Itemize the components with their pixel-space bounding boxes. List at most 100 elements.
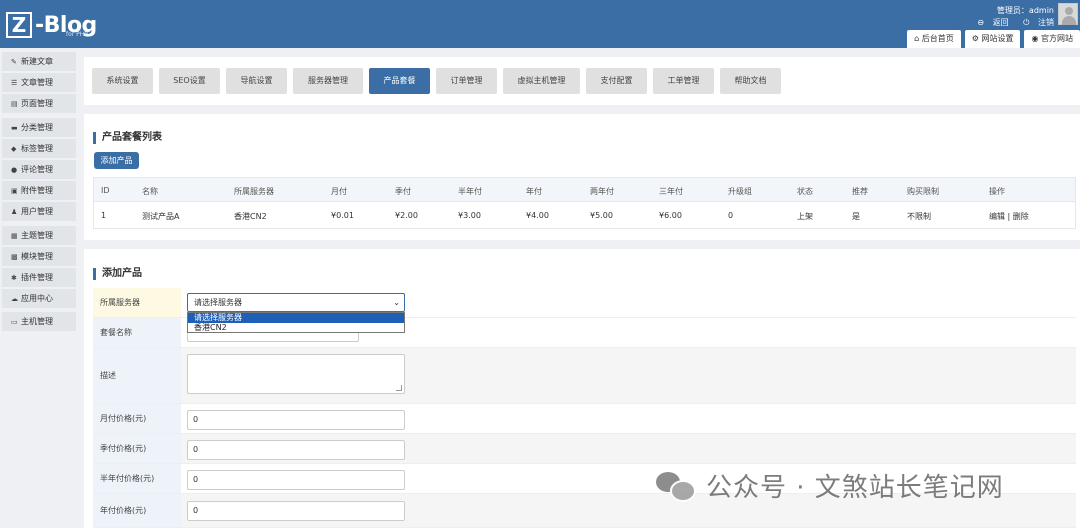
server-select[interactable]: 请选择服务器 ⌄ (187, 293, 405, 312)
sidebar-item-new-article[interactable]: ✎ 新建文章 (2, 52, 76, 71)
tab-payment-config[interactable]: 支付配置 (586, 68, 647, 94)
sidebar-item-categories[interactable]: ▬ 分类管理 (2, 118, 76, 137)
logo-mark: Z (6, 12, 32, 38)
globe-icon: ◉ (1031, 34, 1039, 43)
tab-seo-settings[interactable]: SEO设置 (159, 68, 220, 94)
column-header: 季付 (395, 187, 411, 196)
yearly-price-label: 年付价格(元) (93, 494, 181, 527)
column-header: ID (101, 186, 110, 195)
tab-virtual-host-management[interactable]: 虚拟主机管理 (503, 68, 580, 94)
action-separator: | (1007, 212, 1011, 221)
cell-status: 上架 (797, 212, 813, 221)
cell-purchase-limit: 不限制 (907, 212, 931, 221)
half-year-price-label: 半年付价格(元) (93, 464, 181, 493)
column-header: 月付 (331, 187, 347, 196)
server-option-hk-cn2[interactable]: 香港CN2 (188, 323, 404, 333)
tab-server-management[interactable]: 服务器管理 (293, 68, 363, 94)
sidebar-item-comments[interactable]: ● 评论管理 (2, 160, 76, 179)
top-nav-official[interactable]: ◉ 官方网站 (1024, 30, 1080, 48)
watermark: 公众号 · 文煞站长笔记网 (656, 468, 1004, 503)
cell-actions: 编辑 | 删除 (989, 211, 1029, 222)
folder-icon: ▬ (11, 124, 18, 132)
logo-subtitle: for PHP (66, 31, 88, 38)
watermark-text: 公众号 · 文煞站长笔记网 (706, 472, 1004, 503)
column-header: 年付 (526, 187, 542, 196)
sidebar-item-hosts[interactable]: ▭ 主机管理 (2, 312, 76, 331)
server-dropdown-list: 请选择服务器 香港CN2 (187, 312, 405, 333)
tab-nav-settings[interactable]: 导航设置 (226, 68, 287, 94)
column-header: 三年付 (659, 187, 683, 196)
section-title-form: 添加产品 (93, 268, 142, 280)
cell-half-year: ¥3.00 (458, 211, 481, 220)
cell-recommend: 是 (852, 212, 860, 221)
column-header: 名称 (142, 187, 158, 196)
server-select-value: 请选择服务器 (194, 298, 242, 307)
puzzle-icon: ✱ (11, 274, 17, 282)
column-header: 升级组 (728, 187, 752, 196)
column-header: 半年付 (458, 187, 482, 196)
theme-icon: ▦ (11, 232, 18, 240)
pen-icon: ✎ (11, 58, 17, 66)
column-header: 购买限制 (907, 187, 939, 196)
articles-icon: ☰ (11, 79, 18, 87)
sidebar-item-attachments[interactable]: ▣ 附件管理 (2, 181, 76, 200)
sidebar-item-pages[interactable]: ▤ 页面管理 (2, 94, 76, 113)
top-nav-settings[interactable]: ⚙ 网站设置 (964, 30, 1021, 48)
tab-order-management[interactable]: 订单管理 (436, 68, 497, 94)
sidebar-item-users[interactable]: ♟ 用户管理 (2, 202, 76, 221)
tag-icon: ◆ (11, 145, 17, 153)
sidebar-item-tags[interactable]: ◆ 标签管理 (2, 139, 76, 158)
delete-link[interactable]: 删除 (1013, 212, 1029, 221)
cell-name: 测试产品A (142, 212, 180, 221)
avatar[interactable] (1058, 3, 1078, 25)
cell-three-year: ¥6.00 (659, 211, 682, 220)
back-link[interactable]: ⊖ 返回 (971, 18, 1008, 27)
tab-help-docs[interactable]: 帮助文档 (720, 68, 781, 94)
comment-icon: ● (11, 166, 18, 174)
tab-ticket-management[interactable]: 工单管理 (653, 68, 714, 94)
column-header: 两年付 (590, 187, 614, 196)
attachment-icon: ▣ (11, 187, 18, 195)
sidebar-item-plugins[interactable]: ✱ 插件管理 (2, 268, 76, 287)
user-area: 管理员：admin ⊖ 返回 ⏻ 注销 (965, 5, 1054, 29)
description-textarea[interactable] (187, 354, 405, 394)
quarterly-price-input[interactable]: 0 (187, 440, 405, 460)
page-icon: ▤ (11, 100, 18, 108)
wechat-icon (656, 470, 696, 502)
chevron-down-icon: ⌄ (393, 298, 400, 307)
column-header: 状态 (797, 187, 813, 196)
sidebar-item-themes[interactable]: ▦ 主题管理 (2, 226, 76, 245)
tab-product-packages[interactable]: 产品套餐 (369, 68, 430, 94)
top-nav: ⌂ 后台首页 ⚙ 网站设置 ◉ 官方网站 (903, 30, 1080, 48)
sidebar-item-app-center[interactable]: ☁ 应用中心 (2, 289, 76, 308)
yearly-price-input[interactable]: 0 (187, 501, 405, 521)
gear-icon: ⚙ (971, 34, 979, 43)
cell-upgrade-group: 0 (728, 211, 734, 220)
tab-system-settings[interactable]: 系统设置 (92, 68, 153, 94)
cell-two-year: ¥5.00 (590, 211, 613, 220)
monthly-price-label: 月付价格(元) (93, 404, 181, 433)
users-icon: ♟ (11, 208, 18, 216)
add-product-button[interactable]: 添加产品 (94, 152, 139, 169)
home-icon: ⌂ (914, 34, 920, 43)
monthly-price-input[interactable]: 0 (187, 410, 405, 430)
section-title-list: 产品套餐列表 (93, 132, 162, 144)
server-label: 所属服务器 (93, 288, 181, 317)
sidebar: ✎ 新建文章 ☰ 文章管理 ▤ 页面管理 ▬ 分类管理 ◆ 标签管理 ● 评论管理 ▣ 附件管… (0, 48, 78, 528)
package-name-label: 套餐名称 (93, 318, 181, 347)
table-row: 1 测试产品A 香港CN2 ¥0.01 ¥2.00 ¥3.00 ¥4.00 ¥5… (93, 202, 1076, 229)
top-nav-home[interactable]: ⌂ 后台首页 (907, 30, 961, 48)
cell-server: 香港CN2 (234, 212, 267, 221)
half-year-price-input[interactable]: 0 (187, 470, 405, 490)
cell-monthly: ¥0.01 (331, 211, 354, 220)
cell-quarterly: ¥2.00 (395, 211, 418, 220)
cell-id: 1 (101, 211, 107, 220)
server-option-placeholder[interactable]: 请选择服务器 (188, 313, 404, 323)
sidebar-item-modules[interactable]: ▩ 模块管理 (2, 247, 76, 266)
logout-link[interactable]: ⏻ 注销 (1017, 18, 1054, 27)
power-icon: ⏻ (1023, 18, 1030, 27)
table-header: ID 名称 所属服务器 月付 季付 半年付 年付 两年付 三年付 升级组 状态 … (93, 177, 1076, 202)
edit-link[interactable]: 编辑 (989, 212, 1005, 221)
cell-yearly: ¥4.00 (526, 211, 549, 220)
sidebar-item-articles[interactable]: ☰ 文章管理 (2, 73, 76, 92)
